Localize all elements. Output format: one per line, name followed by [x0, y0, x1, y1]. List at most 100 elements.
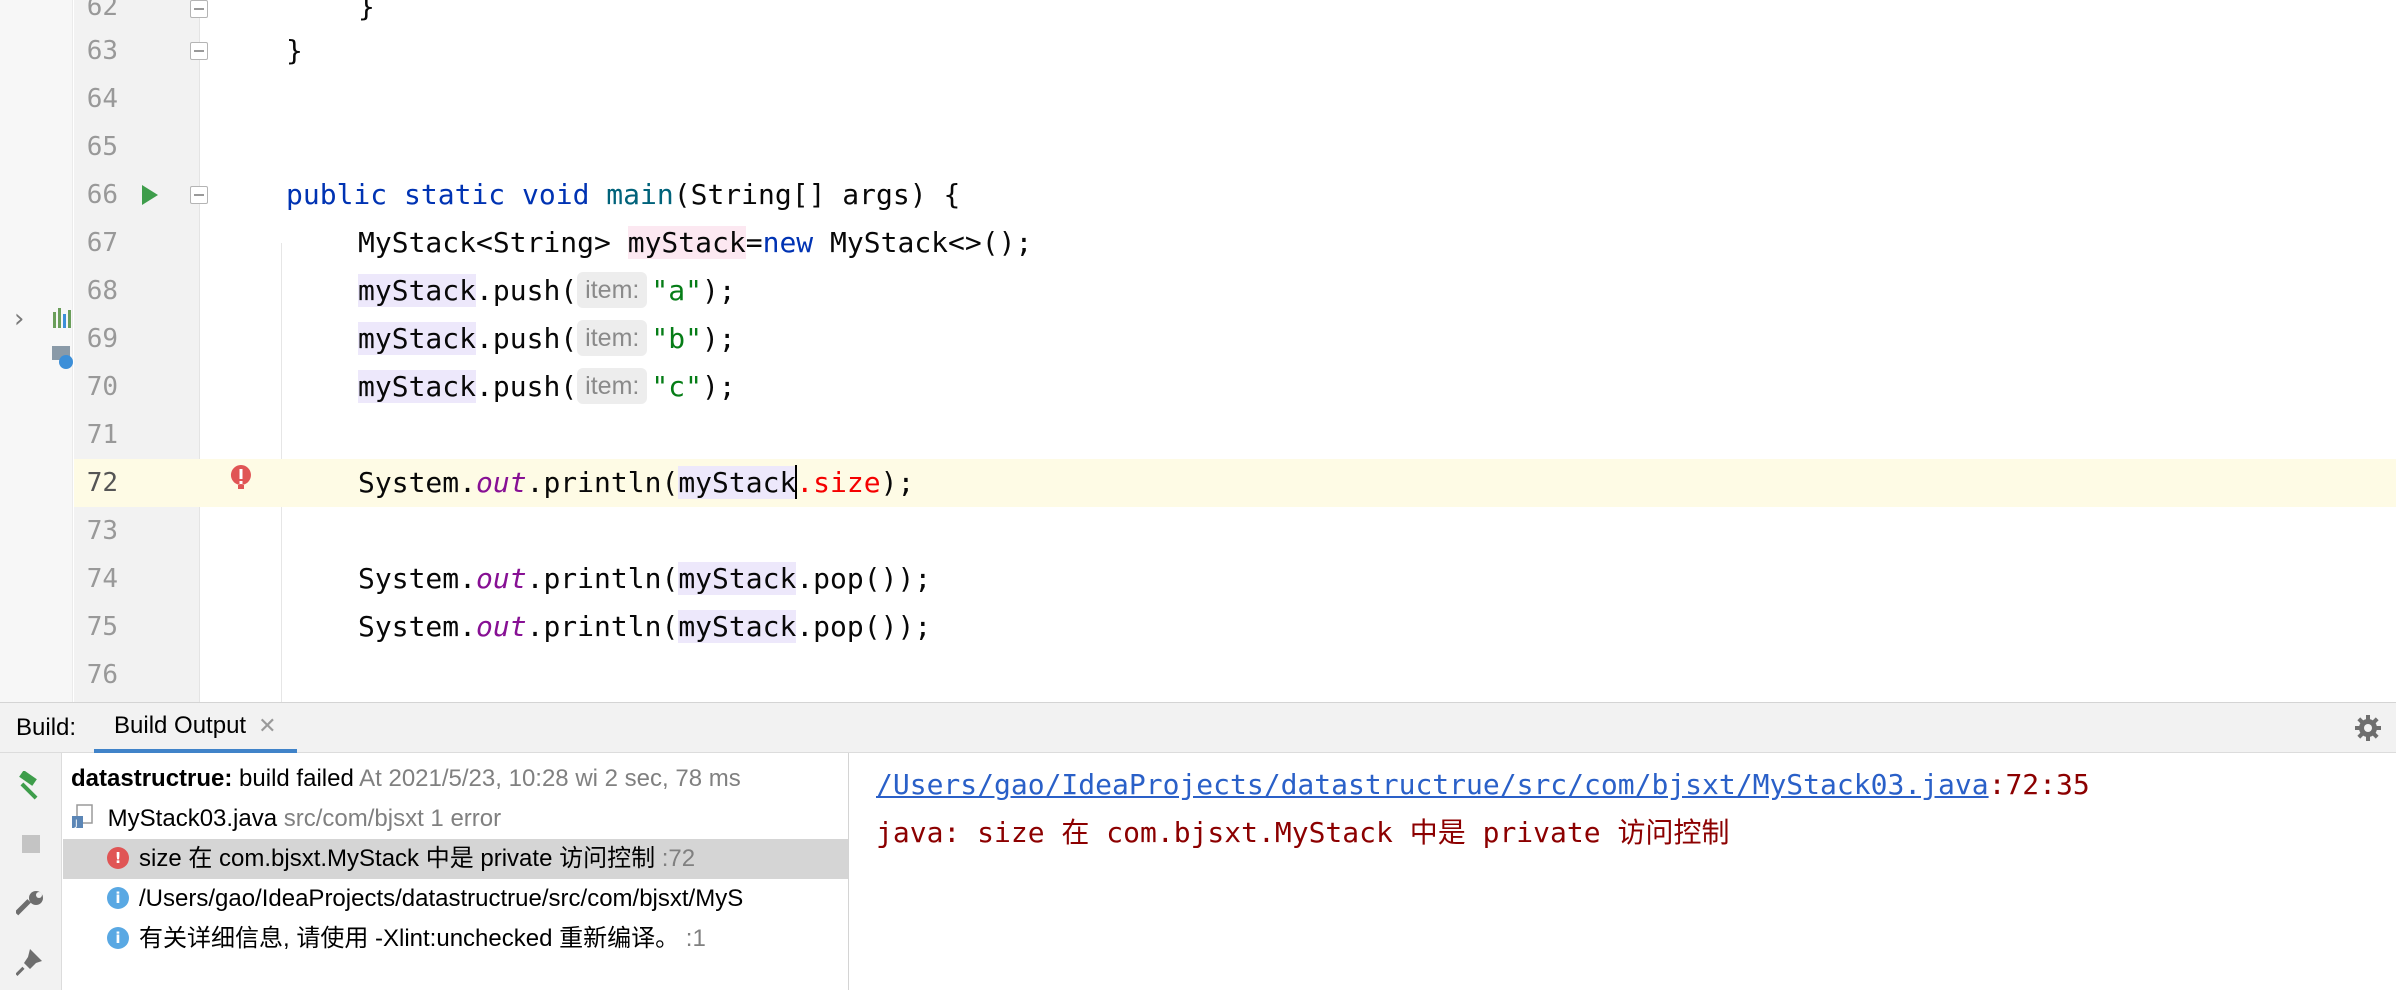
current-code-line[interactable]: 72 System.out.println(myStack.size);	[74, 459, 2396, 507]
code-fragment: .println(	[526, 610, 679, 643]
line-number: 74	[86, 564, 118, 594]
tree-row-info[interactable]: i 有关详细信息, 请使用 -Xlint:unchecked 重新编译。 :1	[63, 919, 848, 959]
code-line[interactable]: 67 MyStack<String> myStack=new MyStack<>…	[74, 219, 2396, 267]
parameter-hint: item:	[577, 368, 648, 404]
code-text: myStack.push(item: "a");	[358, 267, 736, 315]
source-location: :72:35	[1988, 768, 2090, 801]
method-name: main	[606, 178, 674, 211]
java-file-icon: J	[72, 803, 93, 829]
build-tree: datastructrue: build failed At 2021/5/23…	[63, 753, 849, 990]
line-number: 71	[86, 420, 118, 450]
code-line[interactable]: 63 }	[74, 27, 2396, 75]
tab-build-output[interactable]: Build Output ✕	[94, 703, 297, 753]
variable-declaration: myStack	[627, 226, 746, 259]
build-console[interactable]: /Users/gao/IdeaProjects/datastructrue/sr…	[850, 753, 2396, 990]
services-icon[interactable]	[52, 344, 74, 370]
tree-row-file[interactable]: J MyStack03.java src/com/bjsxt 1 error	[63, 799, 848, 839]
code-line[interactable]: 73	[74, 507, 2396, 555]
variable-usage: myStack	[358, 274, 477, 307]
close-icon[interactable]: ✕	[258, 714, 276, 739]
fold-icon[interactable]	[190, 0, 208, 18]
keyword: new	[762, 226, 814, 259]
code-fragment: .pop());	[796, 562, 932, 595]
error-gutter-icon[interactable]	[229, 464, 253, 490]
parameter-hint: item:	[577, 320, 648, 356]
code-fragment: );	[701, 322, 736, 355]
console-line: /Users/gao/IdeaProjects/datastructrue/sr…	[876, 761, 2090, 809]
source-file-link[interactable]: /Users/gao/IdeaProjects/datastructrue/sr…	[876, 768, 1989, 801]
static-field: out	[476, 562, 527, 595]
variable-usage: myStack	[358, 322, 477, 355]
code-line[interactable]: 74 System.out.println(myStack.pop());	[74, 555, 2396, 603]
code-line[interactable]: 66 public static void main(String[] args…	[74, 171, 2396, 219]
error-location: :72	[661, 845, 696, 872]
tree-row-info[interactable]: i/Users/gao/IdeaProjects/datastructrue/s…	[63, 879, 848, 919]
console-error-message: java: size 在 com.bjsxt.MyStack 中是 privat…	[876, 816, 1730, 849]
run-gutter-icon[interactable]	[140, 183, 160, 207]
code-fragment: =	[745, 226, 763, 259]
variable-usage: myStack	[678, 466, 797, 499]
code-text: myStack.push(item: "b");	[358, 315, 736, 363]
pin-icon[interactable]	[16, 947, 46, 977]
line-number: 69	[86, 324, 118, 354]
wrench-icon[interactable]	[16, 889, 46, 919]
build-status: build failed	[239, 765, 354, 792]
static-field: out	[476, 610, 527, 643]
code-fragment: .pop());	[796, 610, 932, 643]
code-line[interactable]: 64	[74, 75, 2396, 123]
line-number: 68	[86, 276, 118, 306]
line-number: 66	[86, 180, 118, 210]
code-text: System.out.println(myStack.size);	[358, 459, 914, 507]
line-number: 75	[86, 612, 118, 642]
code-fragment: );	[701, 274, 736, 307]
code-editor[interactable]: › 62 } 63 } 64 65 66 public static void …	[0, 0, 2396, 702]
code-text: System.out.println(myStack.pop());	[358, 555, 931, 603]
tree-row-error[interactable]: ! size 在 com.bjsxt.MyStack 中是 private 访问控…	[63, 839, 848, 879]
code-fragment: MyStack<>();	[813, 226, 1033, 259]
tab-label: Build Output	[114, 712, 247, 739]
code-line[interactable]: 75 System.out.println(myStack.pop());	[74, 603, 2396, 651]
file-name: MyStack03.java	[107, 805, 278, 832]
code-fragment: MyStack<String>	[358, 226, 628, 259]
code-line[interactable]: 65	[74, 123, 2396, 171]
static-field: out	[476, 466, 527, 499]
gear-icon[interactable]	[2354, 714, 2382, 742]
code-fragment: System.	[358, 610, 477, 643]
code-text: myStack.push(item: "c");	[358, 363, 736, 411]
chevron-right-icon[interactable]: ›	[14, 304, 24, 334]
code-line[interactable]: 76	[74, 651, 2396, 699]
code-fragment: );	[880, 466, 915, 499]
info-message: 有关详细信息, 请使用 -Xlint:unchecked 重新编译。	[139, 925, 680, 952]
svg-text:J: J	[74, 819, 78, 829]
line-number: 64	[86, 84, 118, 114]
line-number: 65	[86, 132, 118, 162]
code-fragment: (String[] args) {	[673, 178, 961, 211]
variable-usage: myStack	[678, 610, 797, 643]
structure-icon[interactable]	[52, 306, 74, 330]
build-tool-window: Build: Build Output ✕ datastructrue: bui…	[0, 702, 2396, 990]
code-fragment: .println(	[526, 562, 679, 595]
code-fragment: System.	[358, 562, 477, 595]
line-number: 73	[86, 516, 118, 546]
code-line[interactable]: 70 myStack.push(item: "c");	[74, 363, 2396, 411]
file-path: src/com/bjsxt 1 error	[283, 805, 502, 832]
code-line[interactable]: 69 myStack.push(item: "b");	[74, 315, 2396, 363]
hammer-icon[interactable]	[16, 771, 46, 801]
tool-window-header: Build: Build Output ✕	[0, 703, 2396, 753]
code-fragment: );	[701, 370, 736, 403]
error-reference[interactable]: .size	[796, 466, 880, 499]
fold-icon[interactable]	[190, 186, 208, 204]
variable-usage: myStack	[358, 370, 477, 403]
string-literal: "c"	[651, 370, 702, 403]
code-line[interactable]: 68 myStack.push(item: "a");	[74, 267, 2396, 315]
code-line[interactable]: 71	[74, 411, 2396, 459]
line-number: 72	[86, 468, 118, 498]
stop-icon[interactable]	[16, 829, 46, 859]
build-meta: At 2021/5/23, 10:28 wi 2 sec, 78 ms	[359, 765, 741, 792]
tree-row-root[interactable]: datastructrue: build failed At 2021/5/23…	[63, 759, 848, 799]
keyword: public static void	[286, 178, 590, 211]
fold-icon[interactable]	[190, 42, 208, 60]
error-icon: !	[107, 846, 129, 869]
code-text: System.out.println(myStack.pop());	[358, 603, 931, 651]
line-number: 63	[86, 36, 118, 66]
